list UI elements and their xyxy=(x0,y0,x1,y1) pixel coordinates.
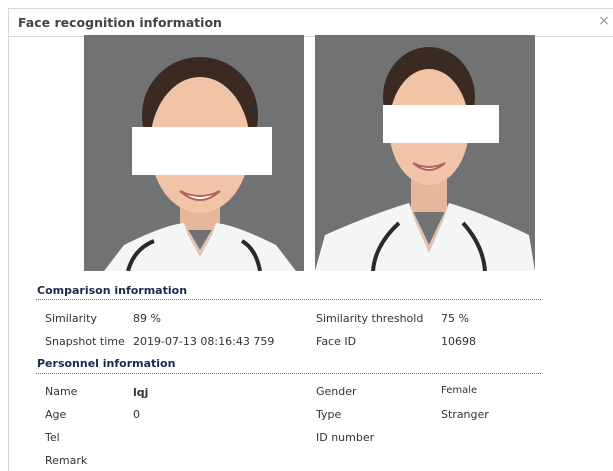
gender-value: Female xyxy=(441,385,478,396)
age-label: Age xyxy=(45,408,67,421)
personnel-divider xyxy=(36,373,541,374)
face-id-value: 10698 xyxy=(441,335,476,348)
dialog-title-bar: Face recognition information × xyxy=(9,9,613,37)
similarity-value: 89 % xyxy=(133,312,161,325)
gender-label: Gender xyxy=(316,385,357,398)
type-label: Type xyxy=(316,408,342,421)
face-id-label: Face ID xyxy=(316,335,357,348)
remark-label: Remark xyxy=(45,454,88,467)
comparison-heading: Comparison information xyxy=(37,284,188,297)
snapshot-photo xyxy=(84,35,304,271)
person-photo-icon xyxy=(315,35,535,271)
threshold-value: 75 % xyxy=(441,312,469,325)
personnel-heading: Personnel information xyxy=(37,357,176,370)
type-value: Stranger xyxy=(441,408,489,421)
close-icon[interactable]: × xyxy=(596,13,612,29)
similarity-label: Similarity xyxy=(45,312,98,325)
threshold-label: Similarity threshold xyxy=(316,312,424,325)
reference-photo xyxy=(315,35,535,271)
name-value: lqj xyxy=(133,386,149,399)
age-value: 0 xyxy=(133,408,140,421)
snapshot-time-label: Snapshot time xyxy=(45,335,125,348)
name-label: Name xyxy=(45,385,78,398)
redaction-box xyxy=(132,127,272,175)
tel-label: Tel xyxy=(45,431,60,444)
snapshot-time-value: 2019-07-13 08:16:43 759 xyxy=(133,335,275,348)
comparison-divider xyxy=(36,299,541,300)
redaction-box xyxy=(383,105,499,143)
dialog-title: Face recognition information xyxy=(18,15,222,30)
id-number-label: ID number xyxy=(316,431,375,444)
